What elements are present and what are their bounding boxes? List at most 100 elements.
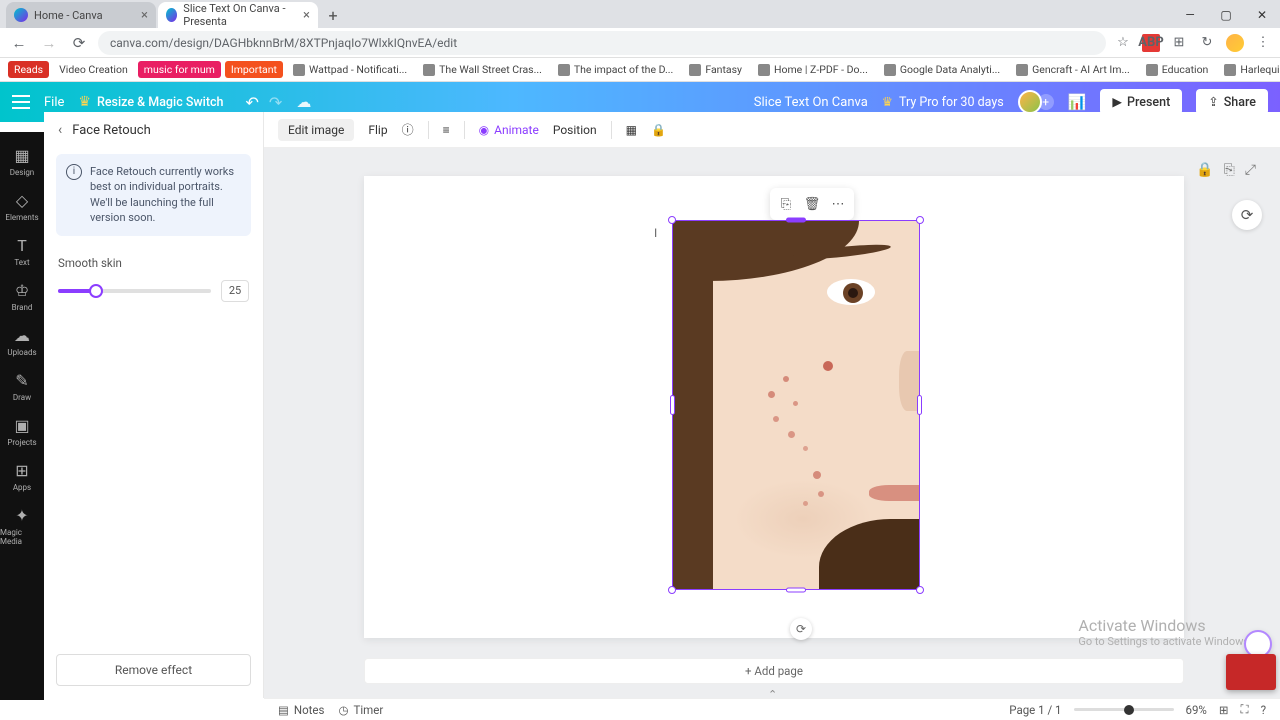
delete-icon[interactable]: 🗑 xyxy=(800,192,824,216)
chevron-up-icon[interactable]: ⌃ xyxy=(768,688,782,698)
image-selection[interactable] xyxy=(672,220,920,590)
fullscreen-icon[interactable]: ⛶ xyxy=(1241,702,1249,717)
nav-projects[interactable]: ▣Projects xyxy=(0,410,44,453)
lock-icon[interactable]: 🔒 xyxy=(651,123,666,137)
menu-icon[interactable] xyxy=(12,95,30,109)
tab-title: Slice Text On Canva - Presenta xyxy=(183,2,303,28)
resize-handle-se[interactable] xyxy=(916,586,924,594)
nav-uploads[interactable]: ☁Uploads xyxy=(0,320,44,363)
bookmark-item[interactable]: Fantasy xyxy=(683,61,748,78)
zoom-slider[interactable] xyxy=(1074,708,1174,711)
remove-effect-button[interactable]: Remove effect xyxy=(56,654,251,686)
slider-thumb[interactable] xyxy=(89,284,103,298)
analytics-icon[interactable]: 📊 xyxy=(1068,93,1087,111)
forward-button[interactable]: → xyxy=(38,32,60,54)
nav-apps[interactable]: ⊞Apps xyxy=(0,455,44,498)
video-pip[interactable] xyxy=(1226,654,1276,690)
resize-handle-n[interactable] xyxy=(786,218,806,223)
zoom-value[interactable]: 69% xyxy=(1186,703,1207,717)
nav-brand[interactable]: ♔Brand xyxy=(0,275,44,318)
url-input[interactable]: canva.com/design/DAGHbknnBrM/8XTPnjaqIo7… xyxy=(98,31,1106,55)
back-button[interactable]: ← xyxy=(8,32,30,54)
extension-icon[interactable]: ⊞ xyxy=(1170,34,1188,52)
nav-draw[interactable]: ✎Draw xyxy=(0,365,44,408)
close-window-icon[interactable]: ✕ xyxy=(1244,2,1280,28)
undo-button[interactable]: ↶ xyxy=(246,93,259,112)
notes-button[interactable]: ▤Notes xyxy=(278,703,324,717)
document-title[interactable]: Slice Text On Canva xyxy=(754,95,868,110)
nav-text[interactable]: TText xyxy=(0,230,44,273)
bookmark-item[interactable]: Reads xyxy=(8,61,49,78)
lock-page-icon[interactable]: 🔒 xyxy=(1196,162,1213,178)
notes-icon: ▤ xyxy=(278,703,289,717)
smooth-skin-slider[interactable] xyxy=(58,289,211,293)
try-pro-button[interactable]: ♛ Try Pro for 30 days xyxy=(882,94,1004,110)
maximize-icon[interactable]: ▢ xyxy=(1208,2,1244,28)
canvas-area[interactable]: 🔒 ⎘ ⤢ ⟳ ⎘ 🗑 ⋯ I xyxy=(264,148,1280,698)
profile-avatar[interactable] xyxy=(1226,34,1244,52)
star-icon[interactable]: ☆ xyxy=(1114,34,1132,52)
redo-button[interactable]: ↷ xyxy=(269,93,282,112)
timer-button[interactable]: ◷Timer xyxy=(338,703,383,717)
bookmark-item[interactable]: music for mum xyxy=(138,61,221,78)
bookmark-item[interactable]: Important xyxy=(225,61,283,78)
lines-icon[interactable]: ≡ xyxy=(443,123,450,137)
sync-status-icon[interactable]: ☁ xyxy=(296,93,311,111)
help-icon[interactable]: ? xyxy=(1261,703,1266,717)
user-avatar[interactable] xyxy=(1018,90,1042,114)
face-retouch-panel: ‹ Face Retouch i Face Retouch currently … xyxy=(44,112,264,698)
browser-tab[interactable]: Home - Canva × xyxy=(6,2,156,28)
bookmark-item[interactable]: Google Data Analyti... xyxy=(878,61,1006,78)
timer-icon: ◷ xyxy=(338,703,348,717)
rotate-handle[interactable]: ⟳ xyxy=(790,618,812,640)
close-icon[interactable]: × xyxy=(141,8,148,23)
browser-tab-active[interactable]: Slice Text On Canva - Presenta × xyxy=(158,2,318,28)
close-icon[interactable]: × xyxy=(303,8,310,23)
resize-handle-ne[interactable] xyxy=(916,216,924,224)
resize-handle-w[interactable] xyxy=(670,395,675,415)
slider-value-input[interactable]: 25 xyxy=(221,280,249,302)
duplicate-icon[interactable]: ⎘ xyxy=(774,192,798,216)
duplicate-page-icon[interactable]: ⎘ xyxy=(1224,162,1235,178)
brand-icon: ♔ xyxy=(15,281,29,300)
portrait-image[interactable] xyxy=(673,221,919,589)
resize-handle-s[interactable] xyxy=(786,588,806,593)
bookmark-item[interactable]: Gencraft - AI Art Im... xyxy=(1010,61,1136,78)
resize-handle-e[interactable] xyxy=(917,395,922,415)
info-icon[interactable]: ⓘ xyxy=(402,121,414,138)
animate-button[interactable]: ◉Animate xyxy=(479,123,539,137)
more-icon[interactable]: ⋯ xyxy=(826,192,850,216)
position-button[interactable]: Position xyxy=(553,123,597,137)
projects-icon: ▣ xyxy=(14,416,29,435)
resize-handle-nw[interactable] xyxy=(668,216,676,224)
expand-page-icon[interactable]: ⤢ xyxy=(1245,162,1256,178)
resize-magic-button[interactable]: ♛ Resize & Magic Switch xyxy=(78,94,223,110)
zoom-thumb[interactable] xyxy=(1124,705,1134,715)
bookmark-item[interactable]: Wattpad - Notificati... xyxy=(287,61,413,78)
bookmark-item[interactable]: The Wall Street Cras... xyxy=(417,61,548,78)
reload-button[interactable]: ⟳ xyxy=(68,32,90,54)
grid-view-icon[interactable]: ⊞ xyxy=(1219,703,1229,717)
transparency-icon[interactable]: ▦ xyxy=(626,123,637,137)
add-page-button[interactable]: + Add page xyxy=(364,658,1184,684)
bookmark-item[interactable]: Video Creation xyxy=(53,61,134,78)
resize-handle-sw[interactable] xyxy=(668,586,676,594)
edit-image-button[interactable]: Edit image xyxy=(278,119,354,141)
minimize-icon[interactable]: — xyxy=(1172,2,1208,28)
flip-button[interactable]: Flip xyxy=(368,123,387,137)
menu-icon[interactable]: ⋮ xyxy=(1254,34,1272,52)
new-tab-button[interactable]: + xyxy=(320,2,346,28)
history-icon[interactable]: ↻ xyxy=(1198,34,1216,52)
bookmark-item[interactable]: Education xyxy=(1140,61,1215,78)
bookmark-item[interactable]: Harlequin Romance... xyxy=(1218,61,1280,78)
nav-elements[interactable]: ◇Elements xyxy=(0,185,44,228)
regenerate-button[interactable]: ⟳ xyxy=(1232,200,1262,230)
back-button[interactable]: ‹ xyxy=(58,122,62,138)
nav-design[interactable]: ▦Design xyxy=(0,140,44,183)
adblock-icon[interactable]: ABP xyxy=(1142,34,1160,52)
bookmark-item[interactable]: Home | Z-PDF - Do... xyxy=(752,61,874,78)
file-menu[interactable]: File xyxy=(44,95,64,110)
page-indicator[interactable]: Page 1 / 1 xyxy=(1009,703,1061,717)
bookmark-item[interactable]: The impact of the D... xyxy=(552,61,679,78)
nav-magic-media[interactable]: ✦Magic Media xyxy=(0,500,44,552)
